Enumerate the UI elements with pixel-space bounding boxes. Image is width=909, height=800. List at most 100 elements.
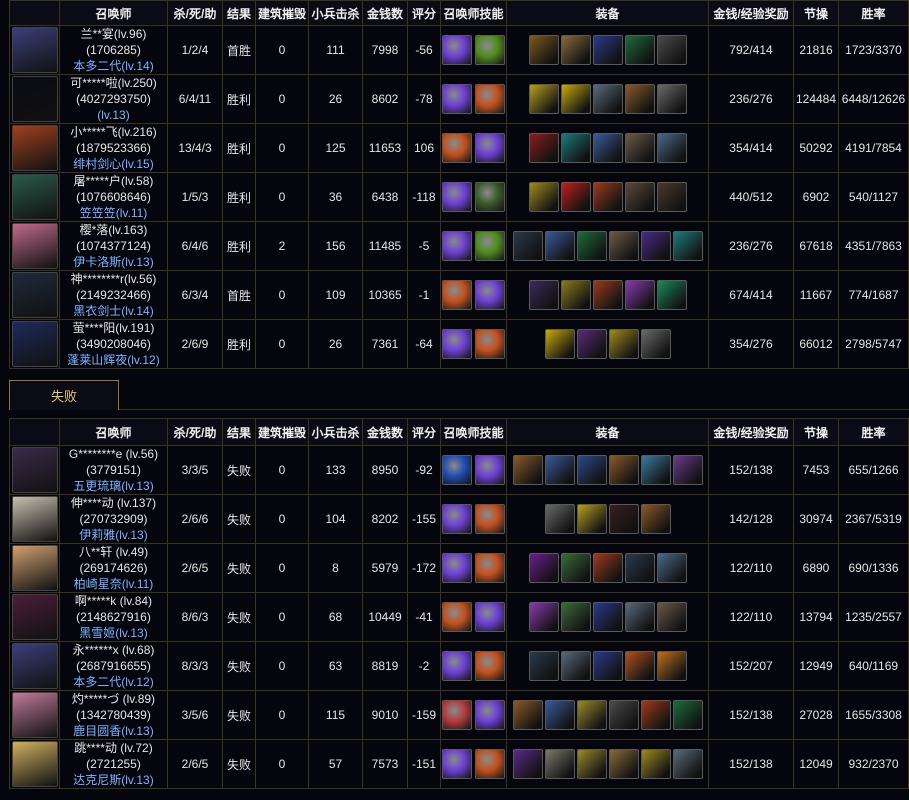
summoner-id: (1076608646) <box>76 190 151 204</box>
avatar[interactable] <box>11 76 58 122</box>
purple-lantern-icon <box>576 329 607 359</box>
black-blade-icon <box>528 280 559 310</box>
spells-cell <box>440 319 507 369</box>
summoner-name[interactable]: 兰**宴(lv.96) <box>61 27 167 43</box>
spell-icons <box>442 700 506 730</box>
avatar[interactable] <box>11 692 58 738</box>
gold-chain-icon <box>528 182 559 212</box>
items-cell <box>506 25 709 75</box>
player-row: 啊*****k (lv.84) (2148627916) 黑雪姬(lv.13) 8/6… <box>9 592 909 642</box>
summoner-id: (3490208046) <box>76 337 151 351</box>
red-blades-icon <box>592 182 623 212</box>
buildings-cell: 0 <box>255 445 309 495</box>
winrate-cell: 4351/7863 <box>838 221 909 271</box>
summoner-cell: 萤****阳(lv.191) (3490208046) 蓬莱山辉夜(lv.12) <box>59 319 168 369</box>
integrity-cell: 66012 <box>793 319 839 369</box>
summoner-name[interactable]: 萤****阳(lv.191) <box>61 321 167 337</box>
player-row: 伸****动 (lv.137) (270732909) 伊莉雅(lv.13) 2/6/… <box>9 494 909 544</box>
buildings-cell: 0 <box>255 270 309 320</box>
blue-boots-icon <box>544 455 575 485</box>
kda-cell: 2/6/9 <box>167 319 223 369</box>
player-row: 兰**宴(lv.96) (1706285) 本多二代(lv.14) 1/2/4 首胜 0 1… <box>9 25 909 75</box>
minions-cell: 63 <box>308 641 363 691</box>
avatar[interactable] <box>11 594 58 640</box>
bracelet-icon <box>512 455 543 485</box>
summoner-cell: 啊*****k (lv.84) (2148627916) 黑雪姬(lv.13) <box>59 592 168 642</box>
summoner-name[interactable]: 啊*****k (lv.84) <box>61 594 167 610</box>
header-items: 装备 <box>506 418 709 446</box>
result-cell: 胜利 <box>222 221 256 271</box>
buildings-cell: 0 <box>255 494 309 544</box>
player-row: 樱*落(lv.163) (1074377124) 伊卡洛斯(lv.13) 6/4/6 胜… <box>9 221 909 271</box>
summoner-name[interactable]: 永******x (lv.68) <box>61 643 167 659</box>
score-cell: -92 <box>407 445 441 495</box>
loss-rows: G********e (lv.56) (3779151) 五更琉璃(lv.13) 3/… <box>9 445 909 789</box>
summoner-name[interactable]: 小*****飞(lv.216) <box>61 125 167 141</box>
integrity-cell: 12049 <box>793 739 839 789</box>
winrate-cell: 2367/5319 <box>838 494 909 544</box>
summoner-name[interactable]: 灼*****づ (lv.89) <box>61 692 167 708</box>
avatar[interactable] <box>11 174 58 220</box>
avatar[interactable] <box>11 643 58 689</box>
win-header-row: 召唤师 杀/死/助 结果 建筑摧毁 小兵击杀 金钱数 评分 召唤师技能 装备 金… <box>9 0 909 26</box>
score-cell: -2 <box>407 641 441 691</box>
spells-cell <box>440 270 507 320</box>
header-winrate: 胜率 <box>838 418 909 446</box>
header-summoner: 召唤师 <box>59 418 168 446</box>
summoner-info: 小*****飞(lv.216) (1879523366) 绯村剑心(lv.15) <box>61 125 167 172</box>
items-cell <box>506 592 709 642</box>
avatar[interactable] <box>11 741 58 787</box>
winrate-cell: 640/1169 <box>838 641 909 691</box>
avatar[interactable] <box>11 223 58 269</box>
score-cell: -159 <box>407 690 441 740</box>
champion-name: 伊莉雅(lv.13) <box>79 528 148 542</box>
header-avatar <box>9 0 60 26</box>
player-row: 可*****啦(lv.250) (4027293750) (lv.13) 6/4/11… <box>9 74 909 124</box>
player-row: 小*****飞(lv.216) (1879523366) 绯村剑心(lv.15) 13… <box>9 123 909 173</box>
minions-cell: 57 <box>308 739 363 789</box>
winrate-cell: 774/1687 <box>838 270 909 320</box>
avatar[interactable] <box>11 496 58 542</box>
avatar-cell <box>9 690 60 740</box>
purple-orb-icon <box>475 133 505 163</box>
blue-boots-icon <box>544 231 575 261</box>
staff-icon <box>624 133 655 163</box>
summoner-name[interactable]: 伸****动 (lv.137) <box>61 496 167 512</box>
gold-rifle-icon <box>560 280 591 310</box>
spell-icons <box>442 602 506 632</box>
avatar[interactable] <box>11 272 58 318</box>
tab-loss[interactable]: 失败 <box>9 380 119 410</box>
summoner-name[interactable]: 屠*****户(lv.58) <box>61 174 167 190</box>
ice-blade-icon <box>640 455 671 485</box>
summoner-name[interactable]: G********e (lv.56) <box>61 447 167 463</box>
summoner-name[interactable]: 神********r(lv.56) <box>61 272 167 288</box>
summoner-name[interactable]: 八**轩 (lv.49) <box>61 545 167 561</box>
kda-cell: 6/4/11 <box>167 74 223 124</box>
integrity-cell: 50292 <box>793 123 839 173</box>
summoner-id: (2148627916) <box>76 610 151 624</box>
avatar[interactable] <box>11 447 58 493</box>
summoner-name[interactable]: 樱*落(lv.163) <box>61 223 167 239</box>
avatar[interactable] <box>11 321 58 367</box>
summoner-name[interactable]: 跳****动 (lv.72) <box>61 741 167 757</box>
gold-chain-icon <box>640 749 671 779</box>
avatar-cell <box>9 172 60 222</box>
summoner-name[interactable]: 可*****啦(lv.250) <box>61 76 167 92</box>
blue-blades-icon <box>592 35 623 65</box>
rewards-cell: 792/414 <box>708 25 794 75</box>
purple-orb-icon <box>442 231 472 261</box>
items-cell <box>506 690 709 740</box>
summoner-id: (2721255) <box>86 757 141 771</box>
rewards-cell: 236/276 <box>708 74 794 124</box>
items-cell <box>506 270 709 320</box>
avatar[interactable] <box>11 545 58 591</box>
ring-icon <box>592 84 623 114</box>
summoner-cell: 屠*****户(lv.58) (1076608646) 笠笠笠(lv.11) <box>59 172 168 222</box>
items-cell <box>506 74 709 124</box>
avatar[interactable] <box>11 125 58 171</box>
header-spells: 召唤师技能 <box>440 418 507 446</box>
avatar[interactable] <box>11 27 58 73</box>
item-icons <box>508 553 708 583</box>
gold-wing-icon <box>576 700 607 730</box>
rewards-cell: 152/138 <box>708 739 794 789</box>
